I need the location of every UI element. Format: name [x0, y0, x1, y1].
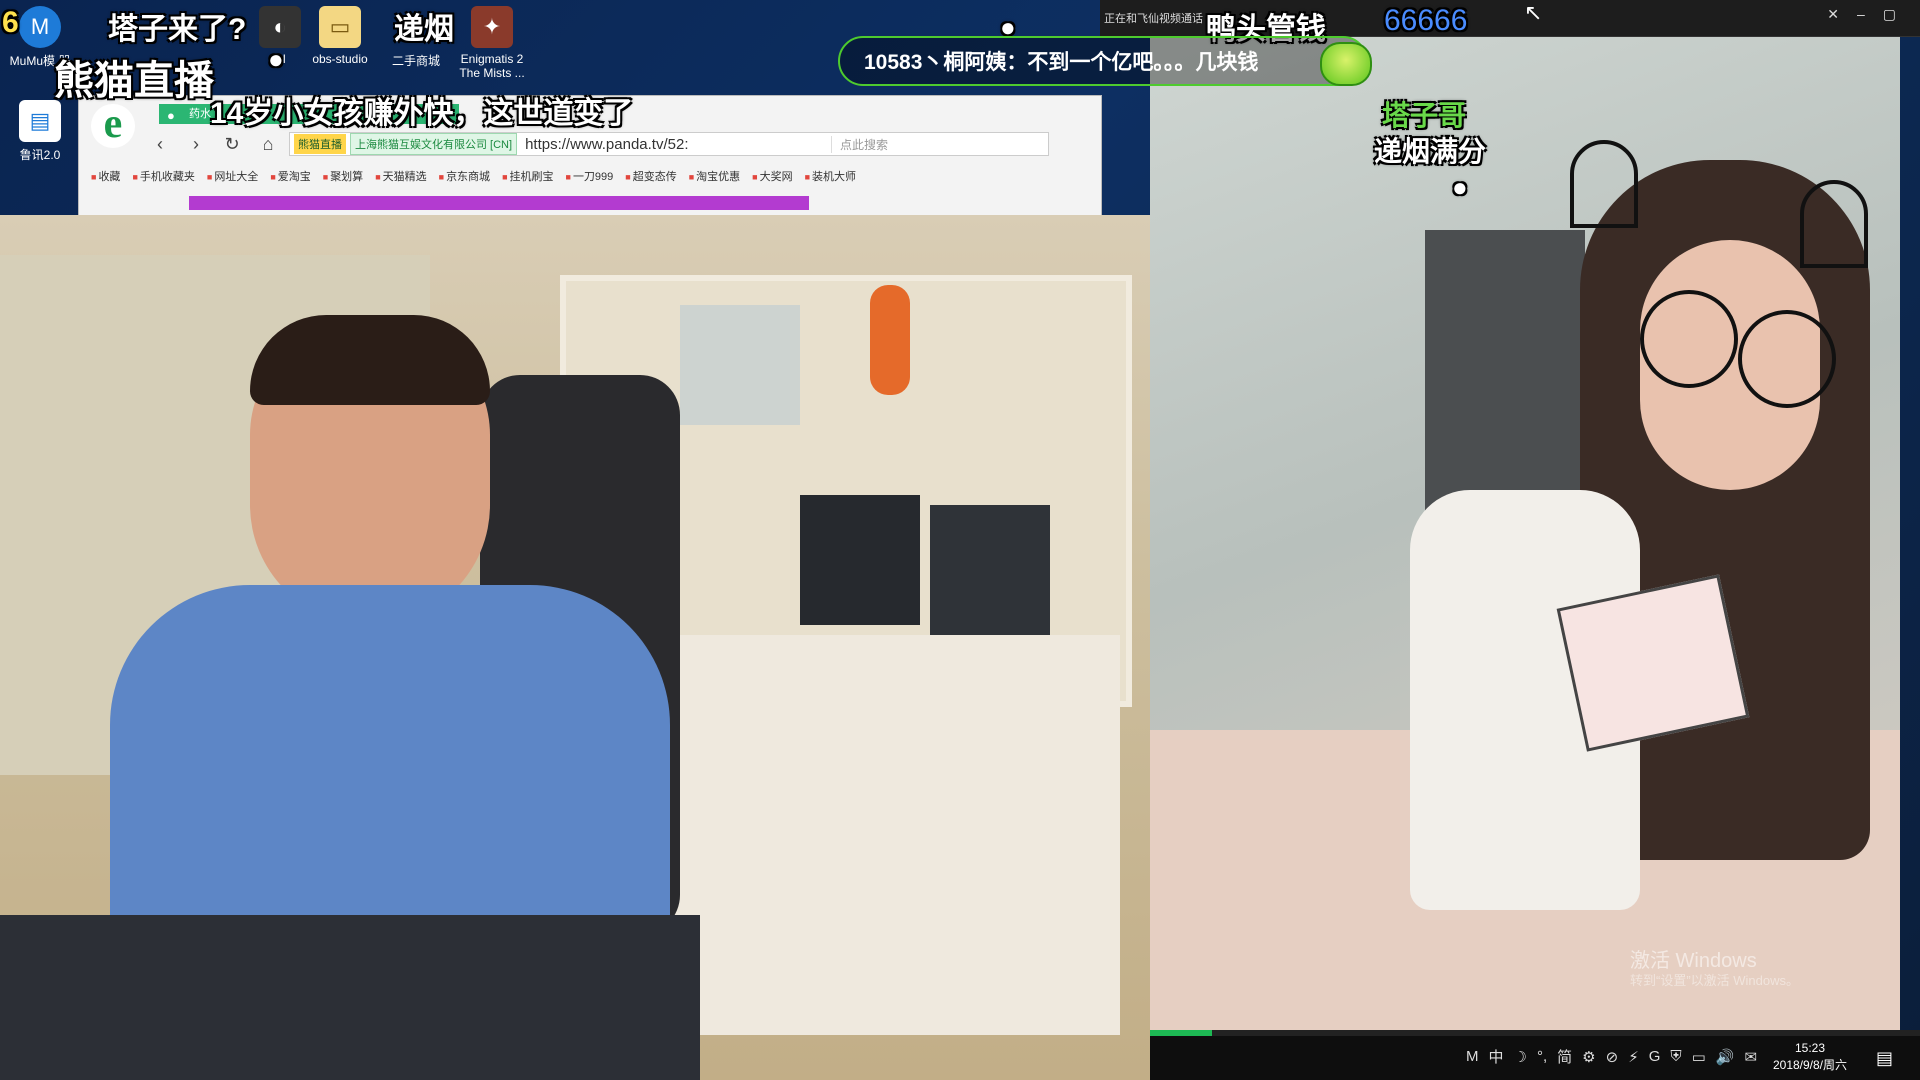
tray-icon[interactable]: ⚙ [1582, 1048, 1595, 1066]
cat-ear-filter [1570, 140, 1638, 228]
document-icon: ▤ [19, 100, 61, 142]
pin-icon[interactable]: ✕ [1827, 6, 1839, 23]
site-badge: 熊猫直播 [294, 134, 346, 154]
bookmark-item[interactable]: 爱淘宝 [270, 168, 311, 184]
desktop-icon-label: 鲁讯2.0 [19, 148, 61, 162]
bookmark-item[interactable]: 大奖网 [752, 168, 793, 184]
bookmark-item[interactable]: 装机大师 [805, 168, 856, 184]
tray-icon[interactable]: ⊘ [1606, 1048, 1619, 1066]
tray-icon[interactable]: ⛨ [1670, 1048, 1681, 1065]
taskbar-clock[interactable]: 15:23 2018/9/8/周六 [1760, 1040, 1860, 1074]
back-icon[interactable]: ‹ [149, 134, 171, 155]
panda-sticker-icon: ● [1452, 172, 1468, 202]
bookmark-item[interactable]: 手机收藏夹 [132, 168, 195, 184]
url-text: https://www.panda.tv/52: [525, 135, 689, 153]
clock-time: 15:23 [1794, 1041, 1826, 1055]
bookmark-item[interactable]: 聚划算 [323, 168, 363, 184]
desktop-icon-label: Enigmatis 2 The Mists ... [459, 52, 525, 80]
desk-foreground [0, 915, 700, 1080]
gift-icon [1320, 42, 1372, 86]
company-badge: 上海熊猫互娱文化有限公司 [CN] [350, 133, 518, 155]
overlay-top-number: 66666 [1384, 4, 1468, 37]
panda-sticker-icon: ● [268, 44, 284, 74]
mouse-cursor-icon: ↖ [1524, 0, 1543, 25]
maximize-icon[interactable]: ▢ [1883, 6, 1896, 23]
bookmark-item[interactable]: 一刀999 [566, 168, 613, 184]
desktop-icon-label: obs-studio [312, 52, 368, 66]
address-bar[interactable]: 熊猫直播 上海熊猫互娱文化有限公司 [CN] https://www.panda… [289, 132, 1049, 156]
activation-watermark-subtext: 转到“设置”以激活 Windows。 [1630, 973, 1800, 988]
tray-icon[interactable]: 🔊 [1716, 1048, 1735, 1066]
bookmark-item[interactable]: 淘宝优惠 [689, 168, 740, 184]
overlay-number: 6 [2, 6, 19, 39]
notification-icon[interactable]: ▤ [1876, 1048, 1893, 1069]
overlay-headline: 14岁小女孩赚外快，这世道变了 [210, 97, 634, 130]
search-input[interactable]: 点此搜索 [831, 135, 1040, 153]
bookmark-item[interactable]: 收藏 [91, 168, 120, 184]
clock-date: 2018/9/8/周六 [1772, 1058, 1848, 1072]
cat-ear-filter [1800, 180, 1868, 268]
tray-icon[interactable]: G [1649, 1048, 1661, 1065]
page-banner [189, 196, 809, 210]
tray-icon[interactable]: 中 [1489, 1046, 1504, 1067]
bookmark-item[interactable]: 京东商城 [439, 168, 490, 184]
enigmatis-desktop-icon[interactable]: ✦ Enigmatis 2 The Mists ... [452, 6, 532, 80]
game-icon: ✦ [471, 6, 513, 48]
desktop-icon-label: 二手商城 [391, 54, 440, 68]
speaker [800, 495, 920, 625]
comment-username: 塔子哥 [1382, 100, 1467, 131]
stream-logo: 熊猫直播 [54, 59, 214, 103]
tray-icon[interactable]: °, [1537, 1048, 1547, 1065]
system-tray: M 中 ☽ °, 简 ⚙ ⊘ ⚡ G ⛨ ▭ 🔊 ✉ [1466, 1046, 1757, 1067]
tray-icon[interactable]: M [1466, 1048, 1479, 1065]
luxun-desktop-icon[interactable]: ▤ 鲁讯2.0 [0, 100, 80, 163]
overlay-caption: 塔子来了? [108, 13, 247, 46]
panda-icon: ● [167, 108, 175, 123]
bookmark-item[interactable]: 网址大全 [207, 168, 258, 184]
bookmark-item[interactable]: 超变态传 [625, 168, 677, 184]
chat-message-text: 10583丶桐阿姨：不到一个亿吧。。。几块钱 [864, 51, 1259, 74]
bookmarks-bar: 收藏 手机收藏夹 网址大全 爱淘宝 聚划算 天猫精选 京东商城 挂机刷宝 一刀9… [91, 168, 856, 184]
app-icon: M [19, 6, 61, 48]
tray-icon[interactable]: ▭ [1692, 1048, 1706, 1066]
chat-message-bubble: 10583丶桐阿姨：不到一个亿吧。。。几块钱 [838, 36, 1368, 86]
bookmark-item[interactable]: 天猫精选 [375, 168, 427, 184]
minimize-icon[interactable]: – [1857, 6, 1865, 23]
streamer-hair [250, 315, 490, 405]
forward-icon[interactable]: › [185, 134, 207, 155]
tray-icon[interactable]: ✉ [1745, 1048, 1758, 1066]
shelf-cubby [680, 305, 800, 425]
activation-watermark: 激活 Windows [1630, 950, 1757, 972]
window-title: 正在和飞仙视频通话 [1104, 13, 1203, 25]
bookmark-item[interactable]: 挂机刷宝 [502, 168, 554, 184]
folder-icon: ▭ [319, 6, 361, 48]
comment-text: 递烟满分 [1374, 136, 1487, 167]
browser-nav: ‹ › ↻ ⌂ [149, 132, 279, 156]
tray-icon[interactable]: ⚡ [1628, 1048, 1639, 1066]
speaker [930, 505, 1050, 635]
app-icon: ◐ [259, 6, 301, 48]
tray-icon[interactable]: 简 [1557, 1046, 1572, 1067]
obs-desktop-icon[interactable]: ▭ obs-studio [300, 6, 380, 66]
left-webcam-video [0, 215, 1150, 1080]
window-controls: ✕ – ▢ [1827, 6, 1896, 23]
glasses-filter-right [1738, 310, 1836, 408]
browser-logo-icon[interactable]: e [91, 103, 135, 148]
home-icon[interactable]: ⌂ [257, 134, 279, 155]
right-webcam-video [1150, 30, 1900, 1030]
refresh-icon[interactable]: ↻ [221, 134, 243, 155]
tab-label: 药水 [189, 108, 211, 120]
tray-icon[interactable]: ☽ [1514, 1048, 1527, 1066]
overlay-caption: 递烟 [394, 13, 454, 46]
toy-figure [870, 285, 910, 395]
glasses-filter-left [1640, 290, 1738, 388]
